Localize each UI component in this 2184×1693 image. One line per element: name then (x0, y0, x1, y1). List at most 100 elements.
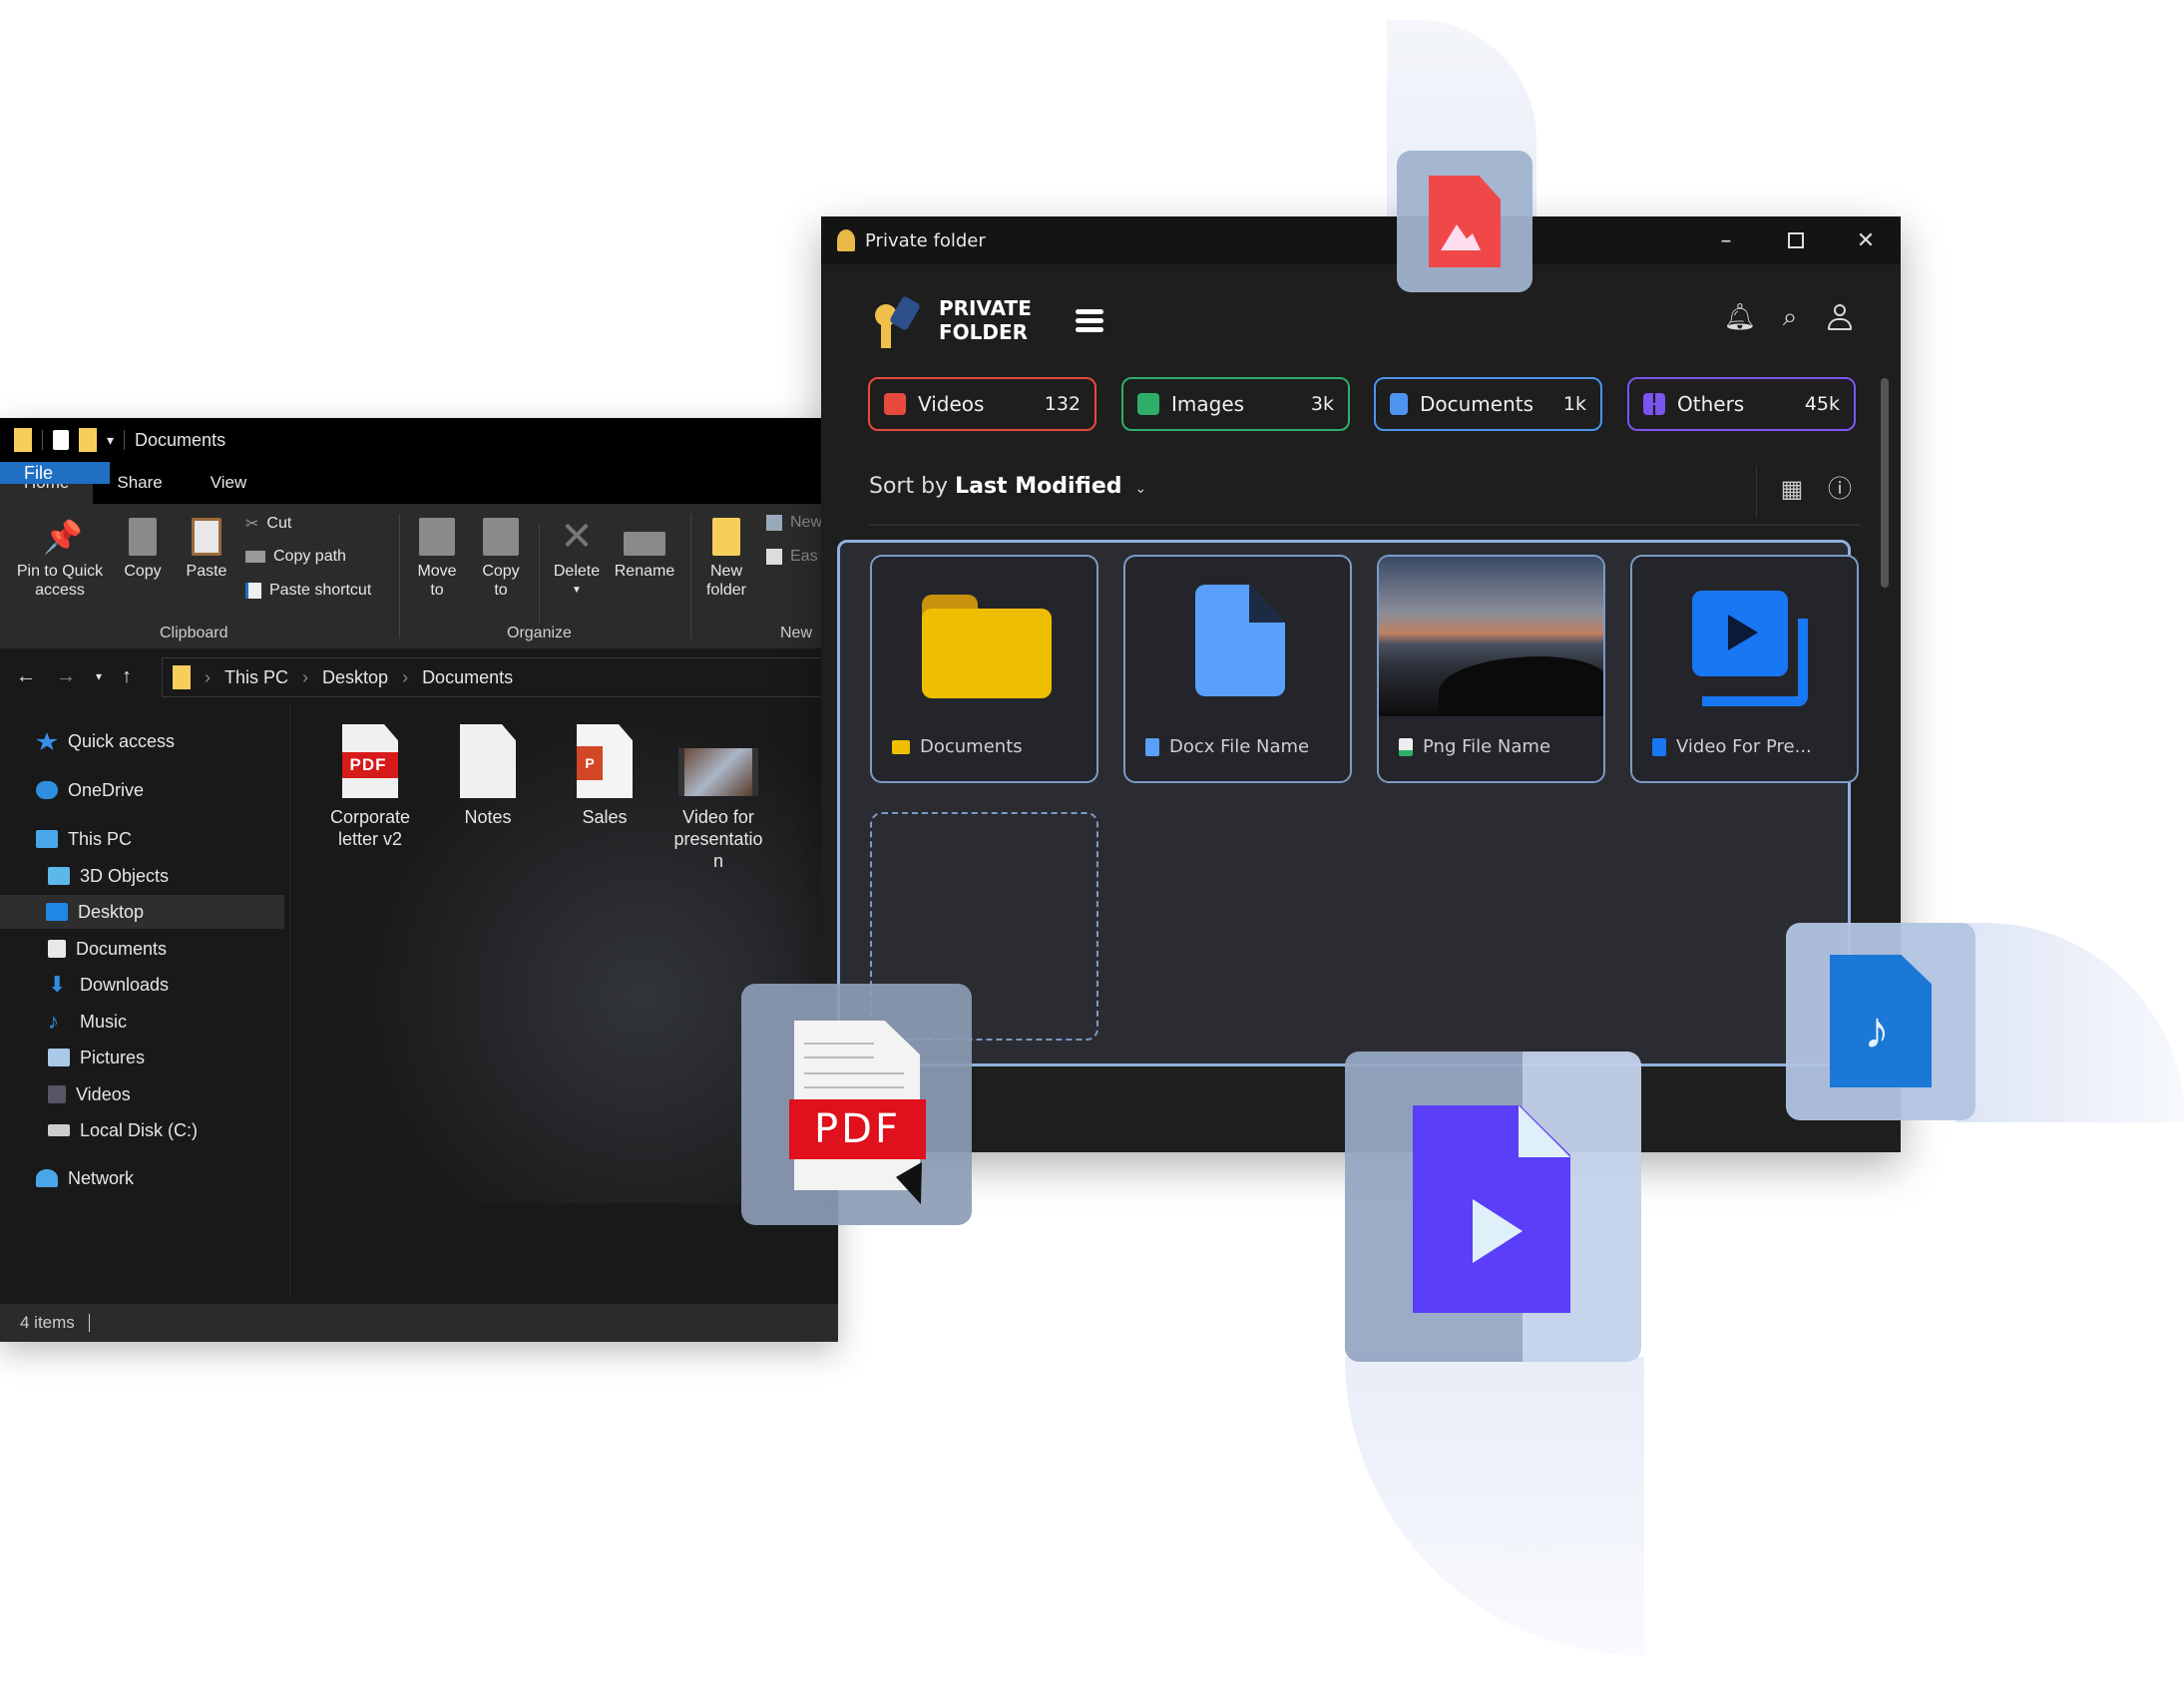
ribbon: 📌 Pin to Quick access Copy Paste ✂ Cut Co… (0, 504, 838, 648)
text-file-icon (460, 724, 516, 798)
new-folder-icon[interactable] (79, 428, 97, 452)
properties-icon[interactable] (53, 430, 69, 450)
copy-path-button[interactable]: Copy path (245, 548, 346, 566)
pdf-file-icon: PDF (342, 724, 398, 798)
new-item-icon (766, 515, 782, 531)
category-chip-documents[interactable]: Documents 1k (1374, 377, 1602, 431)
easy-access-button[interactable]: Eas (766, 548, 818, 566)
up-arrow-icon[interactable]: ↑ (122, 665, 132, 688)
divider (539, 524, 540, 624)
delete-button[interactable]: ✕ Delete ▼ (549, 517, 605, 600)
item-card-folder[interactable]: Documents (870, 555, 1098, 783)
logo-key-icon (869, 290, 925, 350)
recent-locations-chevron-icon[interactable]: ▾ (96, 669, 102, 683)
item-card-png[interactable]: Png File Name (1377, 555, 1605, 783)
sidebar-item-network[interactable]: Network (36, 1161, 134, 1195)
new-folder-button[interactable]: New folder (698, 518, 754, 600)
sidebar-item-quick-access[interactable]: Quick access (36, 724, 175, 758)
file-explorer-window: ▾ Documents File Home Share View 📌 Pin t… (0, 418, 849, 1342)
ribbon-tabs: File Home Share View (0, 462, 838, 504)
navigation-pane: Quick access OneDrive This PC 3D Objects… (0, 704, 287, 1298)
sidebar-item-local-disk[interactable]: Local Disk (C:) (48, 1113, 198, 1147)
new-item-button[interactable]: New (766, 514, 822, 532)
pin-to-quick-access-button[interactable]: 📌 Pin to Quick access (10, 518, 110, 600)
quick-access-dropdown-icon[interactable]: ▾ (107, 432, 114, 449)
back-arrow-icon[interactable]: ← (16, 665, 36, 688)
file-item[interactable]: Video for presentatio n (663, 724, 773, 872)
copy-to-button[interactable]: Copy to (475, 518, 527, 600)
item-card-docx[interactable]: Docx File Name (1123, 555, 1352, 783)
sidebar-item-3d-objects[interactable]: 3D Objects (48, 859, 169, 893)
background-shape (1956, 923, 2184, 1122)
hamburger-menu-icon[interactable] (1075, 305, 1103, 336)
pdf-badge: PDF (789, 1099, 926, 1159)
desktop-icon (46, 903, 68, 921)
category-chip-images[interactable]: Images 3k (1121, 377, 1350, 431)
computer-icon (36, 830, 58, 848)
video-file-icon (678, 748, 758, 796)
folder-icon (922, 595, 1052, 698)
close-button[interactable]: ✕ (1831, 216, 1901, 264)
move-to-button[interactable]: Move to (411, 518, 463, 600)
file-item[interactable]: PDF Corporate letter v2 (315, 724, 425, 850)
docx-file-icon (1195, 585, 1285, 696)
drop-zone[interactable]: Documents Docx File Name Png File Name V… (837, 540, 1859, 1066)
sidebar-item-downloads[interactable]: ⬇ Downloads (48, 968, 169, 1002)
breadcrumb-item[interactable]: This PC (224, 667, 288, 688)
disk-icon (48, 1124, 70, 1136)
video-category-icon (884, 393, 906, 415)
pin-icon: 📌 (43, 519, 83, 555)
tab-view[interactable]: View (187, 462, 271, 504)
app-header: PRIVATE FOLDER (869, 290, 1103, 350)
sidebar-item-videos[interactable]: Videos (48, 1077, 131, 1111)
video-icon (48, 1085, 66, 1103)
user-icon[interactable] (1823, 300, 1857, 334)
maximize-icon (1788, 232, 1804, 248)
paste-shortcut-button[interactable]: Paste shortcut (245, 582, 371, 600)
move-icon (419, 518, 455, 556)
forward-arrow-icon[interactable]: → (56, 665, 76, 688)
paste-button[interactable]: Paste (180, 518, 233, 581)
window-title: Documents (135, 429, 226, 450)
bell-icon[interactable]: 🔔︎ (1723, 300, 1757, 334)
item-card-video[interactable]: Video For Pre... (1630, 555, 1859, 783)
folder-icon (712, 518, 740, 556)
tab-file[interactable]: File (0, 462, 110, 484)
floating-image-tile (1397, 151, 1532, 292)
maximize-button[interactable] (1761, 216, 1831, 264)
sort-dropdown[interactable]: Sort by Last Modified ⌄ (869, 474, 1146, 499)
play-icon (1473, 1199, 1523, 1263)
category-chip-videos[interactable]: Videos 132 (868, 377, 1096, 431)
cube-icon (48, 867, 70, 885)
music-icon: ♪ (48, 1009, 59, 1034)
group-label-new: New (780, 625, 813, 641)
search-icon[interactable]: ⌕ (1773, 300, 1807, 334)
sidebar-item-this-pc[interactable]: This PC (36, 822, 132, 856)
shortcut-icon (245, 583, 261, 599)
file-item[interactable]: P Sales (550, 724, 659, 828)
sidebar-item-documents[interactable]: Documents (48, 932, 167, 966)
video-mini-icon (1652, 737, 1666, 756)
category-chip-others[interactable]: Others 45k (1627, 377, 1856, 431)
clipboard-icon (192, 518, 221, 556)
grid-view-icon[interactable]: ▦ (1777, 474, 1807, 504)
sidebar-item-music[interactable]: ♪ Music (48, 1005, 127, 1039)
scissors-icon: ✂ (245, 516, 259, 533)
info-icon[interactable]: ⓘ (1825, 474, 1855, 504)
sidebar-item-desktop[interactable]: Desktop (0, 895, 284, 929)
cut-button[interactable]: ✂ Cut (245, 514, 291, 534)
file-item[interactable]: Notes (433, 724, 543, 828)
picture-icon (48, 1049, 70, 1066)
divider (399, 514, 400, 638)
sidebar-item-pictures[interactable]: Pictures (48, 1041, 145, 1074)
copy-button[interactable]: Copy (118, 518, 168, 581)
floating-pdf-tile: PDF (741, 984, 972, 1225)
path-icon (245, 551, 265, 563)
minimize-button[interactable]: – (1691, 216, 1761, 264)
rename-button[interactable]: Rename (611, 518, 678, 581)
document-icon (48, 940, 66, 958)
sidebar-item-onedrive[interactable]: OneDrive (36, 773, 144, 807)
png-mini-icon (1399, 737, 1413, 756)
docx-mini-icon (1145, 737, 1159, 756)
scrollbar[interactable] (1881, 378, 1889, 588)
